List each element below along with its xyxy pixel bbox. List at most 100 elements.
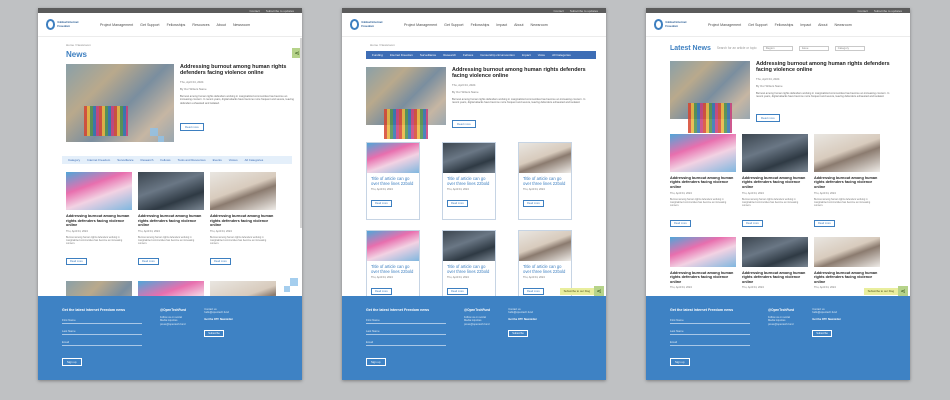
- nav-item[interactable]: About: [514, 23, 523, 27]
- top-link[interactable]: Subscribe to updates: [266, 9, 294, 13]
- nav-item[interactable]: Impact: [800, 23, 811, 27]
- subscribe-tab[interactable]: Subscribe to our blog: [559, 288, 594, 295]
- footer-line[interactable]: hello@opentech.fund: [812, 311, 841, 314]
- filter-chip[interactable]: Surveillance: [420, 53, 436, 57]
- nav-item[interactable]: Fellowships: [167, 23, 186, 27]
- article-title[interactable]: Title of article can go over three lines…: [371, 264, 415, 274]
- filter-chip[interactable]: Events: [213, 158, 222, 162]
- top-link[interactable]: Contact: [857, 9, 867, 13]
- read-more-button[interactable]: Read more: [138, 257, 159, 265]
- read-more-button[interactable]: Read more: [523, 199, 544, 207]
- featured-headline[interactable]: Addressing burnout among human rights de…: [452, 67, 592, 80]
- featured-headline[interactable]: Addressing burnout among human rights de…: [756, 61, 896, 74]
- region-select[interactable]: Region: [762, 45, 793, 51]
- read-more-button[interactable]: Read more: [756, 113, 780, 122]
- twitter-handle[interactable]: @OpenTechFund: [464, 308, 490, 312]
- nav-item[interactable]: Project Management: [404, 23, 437, 27]
- filter-chip[interactable]: All Categories: [552, 53, 571, 57]
- top-link[interactable]: Subscribe to updates: [570, 9, 598, 13]
- search-input[interactable]: Search for an article or topic: [717, 46, 757, 50]
- boxed-article-card[interactable]: Title of article can go over three lines…: [366, 141, 420, 220]
- signup-button[interactable]: Sign up: [670, 358, 690, 366]
- filter-chip[interactable]: Internet Freedom: [390, 53, 413, 57]
- signup-button[interactable]: Sign up: [62, 358, 82, 366]
- article-card[interactable]: Addressing burnout among human rights de…: [138, 172, 204, 267]
- article-card[interactable]: Addressing burnout among human rights de…: [670, 236, 736, 289]
- article-card[interactable]: Addressing burnout among human rights de…: [210, 172, 276, 267]
- nav-item[interactable]: About: [818, 23, 827, 27]
- article-title[interactable]: Title of article can go over three lines…: [523, 264, 567, 274]
- nav-item[interactable]: About: [217, 23, 226, 27]
- filter-chip[interactable]: All Categories: [245, 158, 264, 162]
- last-name-field[interactable]: Last Name: [62, 328, 142, 335]
- nav-item[interactable]: Impact: [496, 23, 507, 27]
- site-logo[interactable]: Global Internet Freedom: [350, 19, 388, 30]
- article-headline[interactable]: Addressing burnout among human rights de…: [814, 271, 880, 285]
- read-more-button[interactable]: Read more: [371, 199, 392, 207]
- article-card[interactable]: Addressing burnout among human rights de…: [66, 172, 132, 267]
- breadcrumb[interactable]: Home / Newsroom: [370, 43, 606, 47]
- nav-item[interactable]: Project Management: [708, 23, 741, 27]
- article-headline[interactable]: Addressing burnout among human rights de…: [814, 176, 880, 190]
- nav-item[interactable]: Newsroom: [835, 23, 852, 27]
- first-name-field[interactable]: First Name: [670, 317, 750, 324]
- nav-item[interactable]: Get Support: [444, 23, 463, 27]
- article-card[interactable]: Addressing burnout among human rights de…: [742, 236, 808, 289]
- share-icon[interactable]: ⋖: [898, 286, 908, 296]
- filter-chip[interactable]: Voices: [229, 158, 238, 162]
- scrollbar[interactable]: [300, 38, 302, 228]
- filter-chip[interactable]: Voice: [538, 53, 545, 57]
- nav-item[interactable]: Get Support: [748, 23, 767, 27]
- article-title[interactable]: Title of article can go over three lines…: [447, 176, 491, 186]
- email-field[interactable]: Email: [670, 339, 750, 346]
- article-headline[interactable]: Addressing burnout among human rights de…: [66, 214, 132, 228]
- filter-chip[interactable]: Surveillance: [117, 158, 133, 162]
- subscribe-tab[interactable]: Subscribe to our blog: [863, 288, 898, 295]
- subscribe-button[interactable]: Subscribe: [812, 330, 832, 338]
- subscribe-button[interactable]: Subscribe: [508, 330, 528, 338]
- read-more-button[interactable]: Read more: [742, 219, 763, 227]
- footer-line[interactable]: press@opentech.fund: [464, 323, 490, 326]
- article-headline[interactable]: Addressing burnout among human rights de…: [138, 214, 204, 228]
- twitter-handle[interactable]: @OpenTechFund: [768, 308, 794, 312]
- featured-article[interactable]: Addressing burnout among human rights de…: [366, 67, 606, 139]
- category-select[interactable]: Category: [834, 45, 865, 51]
- nav-item[interactable]: Project Management: [100, 23, 133, 27]
- subscribe-button[interactable]: Subscribe: [204, 330, 224, 338]
- footer-line[interactable]: hello@opentech.fund: [508, 311, 537, 314]
- article-headline[interactable]: Addressing burnout among human rights de…: [670, 271, 736, 285]
- read-more-button[interactable]: Read more: [66, 257, 87, 265]
- site-logo[interactable]: Global Internet Freedom: [654, 19, 692, 30]
- boxed-article-card[interactable]: Title of article can go over three lines…: [442, 141, 496, 220]
- article-headline[interactable]: Addressing burnout among human rights de…: [210, 214, 276, 228]
- read-more-button[interactable]: Read more: [180, 122, 204, 131]
- filter-chip[interactable]: Internet Freedom: [87, 158, 110, 162]
- boxed-article-card[interactable]: Title of article can go over three lines…: [518, 141, 572, 220]
- nav-item[interactable]: Get Support: [140, 23, 159, 27]
- featured-article[interactable]: Addressing burnout among human rights de…: [670, 61, 910, 133]
- filter-chip[interactable]: Impact: [522, 53, 531, 57]
- article-title[interactable]: Title of article can go over three lines…: [447, 264, 491, 274]
- nav-item[interactable]: Fellowships: [775, 23, 794, 27]
- footer-line[interactable]: press@opentech.fund: [768, 323, 794, 326]
- first-name-field[interactable]: First Name: [62, 317, 142, 324]
- featured-article[interactable]: Addressing burnout among human rights de…: [66, 64, 302, 142]
- nav-item[interactable]: Fellowships: [471, 23, 490, 27]
- nav-item[interactable]: Resources: [192, 23, 209, 27]
- filter-chip[interactable]: Tools and Resources: [178, 158, 206, 162]
- filter-chip[interactable]: Fellows: [463, 53, 473, 57]
- read-more-button[interactable]: Read more: [814, 219, 835, 227]
- top-link[interactable]: Subscribe to updates: [874, 9, 902, 13]
- article-card[interactable]: Addressing burnout among human rights de…: [742, 133, 808, 229]
- article-card[interactable]: Addressing burnout among human rights de…: [814, 236, 880, 289]
- filter-chip[interactable]: Fellows: [160, 158, 170, 162]
- first-name-field[interactable]: First Name: [366, 317, 446, 324]
- site-logo[interactable]: Global Internet Freedom: [46, 19, 84, 30]
- article-headline[interactable]: Addressing burnout among human rights de…: [670, 176, 736, 190]
- article-title[interactable]: Title of article can go over three lines…: [371, 176, 415, 186]
- last-name-field[interactable]: Last Name: [366, 328, 446, 335]
- read-more-button[interactable]: Read more: [447, 199, 468, 207]
- filter-chip[interactable]: Funding: [372, 53, 383, 57]
- filter-chip[interactable]: Category: [68, 158, 80, 162]
- filter-chip[interactable]: Research: [141, 158, 154, 162]
